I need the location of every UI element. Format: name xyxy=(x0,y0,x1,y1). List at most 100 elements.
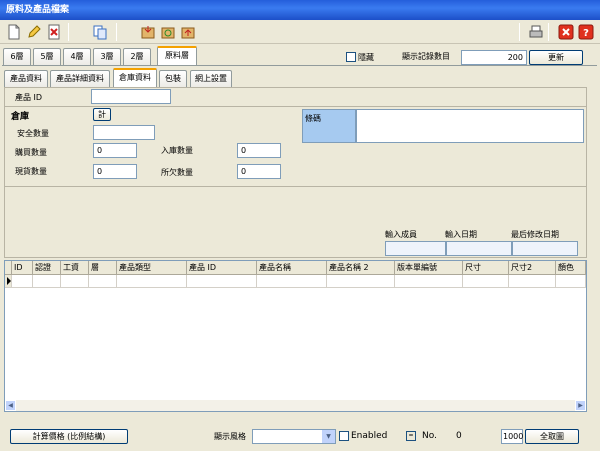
column-header[interactable]: 產品名稱 xyxy=(257,261,327,275)
divider xyxy=(5,106,586,107)
refresh-box-icon[interactable] xyxy=(160,24,176,40)
calculate-price-button[interactable]: 計算價格 (比例結構) xyxy=(10,429,128,444)
display-count-input[interactable]: 200 xyxy=(461,50,527,65)
delete-document-icon[interactable] xyxy=(46,24,62,40)
column-header[interactable]: 尺寸2 xyxy=(509,261,556,275)
chevron-down-icon[interactable]: ▼ xyxy=(322,430,335,443)
help-icon[interactable]: ? xyxy=(578,24,594,40)
warehouse-panel: 產品 ID 倉庫 計 安全數量 購買數量 0 入庫數量 0 現貨數量 0 所欠數… xyxy=(4,87,587,258)
product-table[interactable]: ID 認證 工資 層 產品類型 產品 ID 產品名稱 產品名稱 2 版本單編號 … xyxy=(4,260,587,412)
new-document-icon[interactable] xyxy=(6,24,22,40)
no-value: 0 xyxy=(456,431,462,441)
close-icon[interactable] xyxy=(558,24,574,40)
toolbar-separator xyxy=(519,23,520,41)
tab-level-4[interactable]: 4層 xyxy=(63,48,91,65)
table-cell[interactable] xyxy=(395,275,463,288)
divider xyxy=(2,65,597,66)
owed-qty-input[interactable]: 0 xyxy=(237,164,281,179)
table-cell[interactable] xyxy=(463,275,509,288)
export-box-icon[interactable] xyxy=(180,24,196,40)
column-header[interactable]: 產品類型 xyxy=(117,261,187,275)
column-header[interactable]: ID xyxy=(12,261,33,275)
horizontal-scrollbar[interactable]: ◀ ▶ xyxy=(5,400,586,411)
barcode-label-text: 條碼 xyxy=(305,114,321,123)
stock-in-qty-input[interactable]: 0 xyxy=(237,143,281,158)
tab-level-3[interactable]: 3層 xyxy=(93,48,121,65)
table-cell[interactable] xyxy=(327,275,395,288)
last-modified-label: 最后修改日期 xyxy=(511,230,559,239)
table-cell[interactable] xyxy=(556,275,586,288)
tab-level-2[interactable]: 2層 xyxy=(123,48,151,65)
row-header-corner xyxy=(5,261,12,275)
row-indicator[interactable] xyxy=(5,275,12,288)
input-staff-field[interactable] xyxy=(385,241,446,256)
hidden-checkbox[interactable] xyxy=(346,52,356,62)
tab-online-settings[interactable]: 網上設置 xyxy=(190,70,232,87)
column-header[interactable]: 顏色 xyxy=(556,261,586,275)
tab-raw-material-level[interactable]: 原料層 xyxy=(157,46,197,65)
tab-level-5[interactable]: 5層 xyxy=(33,48,61,65)
tab-product-info[interactable]: 產品資料 xyxy=(4,70,48,87)
toolbar: ? xyxy=(0,20,600,44)
no-label: No. xyxy=(422,431,437,441)
svg-text:?: ? xyxy=(583,28,589,39)
input-staff-label: 輸入成員 xyxy=(385,230,417,239)
stock-in-qty-label: 入庫數量 xyxy=(161,146,193,155)
purchase-qty-input[interactable]: 0 xyxy=(93,143,137,158)
table-cell[interactable] xyxy=(187,275,257,288)
table-cell[interactable] xyxy=(12,275,33,288)
window-title: 原料及產品檔案 xyxy=(0,0,600,20)
edit-pencil-icon[interactable] xyxy=(26,24,42,40)
toolbar-separator xyxy=(68,23,69,41)
last-modified-field[interactable] xyxy=(512,241,578,256)
tab-product-details[interactable]: 產品詳細資料 xyxy=(50,70,110,87)
barcode-input[interactable] xyxy=(356,109,584,143)
column-header[interactable]: 認證 xyxy=(33,261,61,275)
table-cell[interactable] xyxy=(89,275,117,288)
page-size-input[interactable]: 1000 xyxy=(501,429,523,444)
barcode-label: 條碼 xyxy=(302,109,356,143)
toolbar-separator xyxy=(548,23,549,41)
column-header[interactable]: 層 xyxy=(89,261,117,275)
input-date-field[interactable] xyxy=(446,241,512,256)
column-header[interactable]: 產品名稱 2 xyxy=(327,261,395,275)
display-style-select[interactable]: ▼ xyxy=(252,429,336,444)
product-id-input[interactable] xyxy=(91,89,171,104)
tab-level-6[interactable]: 6層 xyxy=(3,48,31,65)
table-cell[interactable] xyxy=(117,275,187,288)
tab-warehouse-info[interactable]: 倉庫資料 xyxy=(113,68,157,87)
display-style-label: 顯示風格 xyxy=(214,432,246,441)
table-cell[interactable] xyxy=(257,275,327,288)
current-qty-input[interactable]: 0 xyxy=(93,164,137,179)
product-id-label: 產品 ID xyxy=(15,93,43,102)
enabled-label: Enabled xyxy=(351,431,388,441)
current-row-arrow-icon xyxy=(7,277,11,285)
show-all-button[interactable]: 全取圖 xyxy=(525,429,579,444)
divider xyxy=(5,186,586,187)
scroll-left-icon[interactable]: ◀ xyxy=(5,400,16,411)
current-qty-label: 現貨數量 xyxy=(15,167,47,176)
sort-icon[interactable]: = xyxy=(406,431,416,441)
column-header[interactable]: 尺寸 xyxy=(463,261,509,275)
calc-button[interactable]: 計 xyxy=(93,108,111,121)
warehouse-heading: 倉庫 xyxy=(11,112,30,122)
copy-icon[interactable] xyxy=(92,24,108,40)
table-cell[interactable] xyxy=(509,275,556,288)
column-header[interactable]: 產品 ID xyxy=(187,261,257,275)
column-header[interactable]: 工資 xyxy=(61,261,89,275)
input-date-label: 輸入日期 xyxy=(445,230,477,239)
table-cell[interactable] xyxy=(33,275,61,288)
hidden-label: 隱藏 xyxy=(358,53,374,62)
safety-qty-input[interactable] xyxy=(93,125,155,140)
print-icon[interactable] xyxy=(528,24,544,40)
update-button[interactable]: 更新 xyxy=(529,50,583,65)
column-header[interactable]: 版本單編號 xyxy=(395,261,463,275)
table-cell[interactable] xyxy=(61,275,89,288)
scroll-right-icon[interactable]: ▶ xyxy=(575,400,586,411)
toolbar-separator xyxy=(116,23,117,41)
import-box-icon[interactable] xyxy=(140,24,156,40)
tab-packaging[interactable]: 包裝 xyxy=(159,70,187,87)
enabled-checkbox[interactable] xyxy=(339,431,349,441)
purchase-qty-label: 購買數量 xyxy=(15,148,47,157)
owed-qty-label: 所欠數量 xyxy=(161,168,193,177)
